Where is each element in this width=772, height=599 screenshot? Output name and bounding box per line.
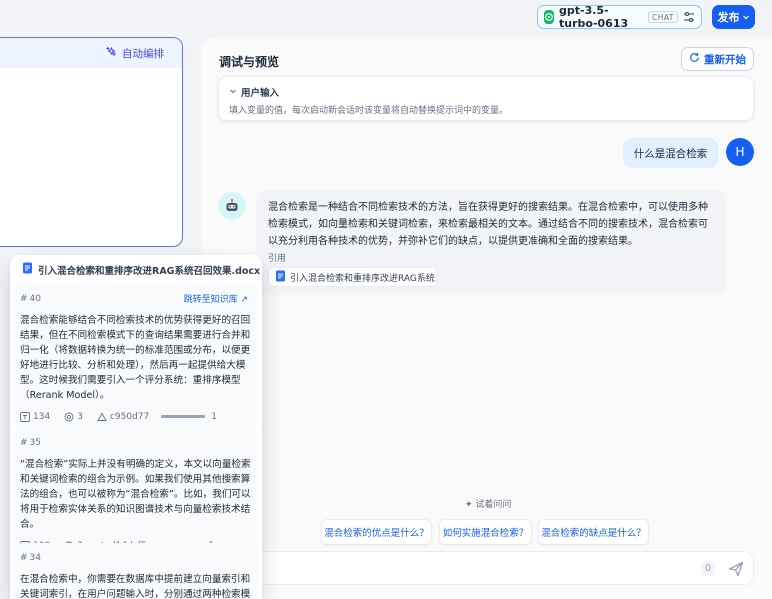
segment-text: 在混合检索中，你需要在数据库中提前建立向量索引和关键词索引，在用户问题输入时，分… bbox=[20, 574, 251, 599]
user-input-card: 用户输入 填入变量的值，每次启动新会话时该变量将自动替换提示词中的变量。 bbox=[218, 76, 754, 121]
auto-arrange-button[interactable]: 自动编排 bbox=[122, 46, 164, 61]
openai-logo-icon bbox=[544, 10, 554, 24]
citation-segment: #40 跳转至知识库 ↗ 混合检索能够结合不同检索技术的优势获得更好的召回结果，… bbox=[14, 284, 258, 429]
debug-preview-panel: 调试与预览 重新开始 用户输入 填入变量的值，每次启动新会话时该变量将自动替换提… bbox=[201, 37, 772, 599]
word-count: 134 bbox=[20, 412, 50, 422]
citation-label: 引用 bbox=[268, 254, 287, 264]
char-count: 0 bbox=[700, 561, 715, 576]
send-icon[interactable] bbox=[727, 560, 745, 578]
publish-label: 发布 bbox=[717, 11, 740, 24]
segment-text: “混合检索”实际上并没有明确的定义，本文以向量检索和关键词检索的组合为示例。如果… bbox=[20, 459, 251, 530]
restart-label: 重新开始 bbox=[704, 53, 746, 66]
segment-number: #35 bbox=[20, 438, 41, 448]
user-avatar: H bbox=[726, 138, 754, 166]
suggested-question[interactable]: 混合检索的缺点是什么？ bbox=[538, 519, 649, 545]
segment-hash: c950d77 bbox=[97, 412, 149, 422]
model-mode-badge: CHAT bbox=[647, 11, 678, 23]
chat-input[interactable]: 0 bbox=[218, 551, 754, 585]
user-message: 什么是混合检索 bbox=[623, 138, 718, 168]
hash-icon: # bbox=[20, 294, 28, 304]
chevron-down-icon bbox=[742, 11, 750, 24]
debug-panel-title: 调试与预览 bbox=[219, 55, 280, 69]
citation-segment: #35 “混合检索”实际上并没有明确的定义，本文以向量检索和关键词检索的组合为示… bbox=[14, 428, 258, 558]
sliders-icon[interactable] bbox=[683, 11, 695, 23]
suggested-question[interactable]: 如何实施混合检索？ bbox=[439, 519, 532, 545]
popup-doc-name: 引入混合检索和重排序改进RAG系统召回效果.docx bbox=[38, 265, 261, 277]
jump-to-knowledge-link[interactable]: 跳转至知识库 ↗ bbox=[184, 292, 248, 305]
hash-icon: # bbox=[20, 553, 28, 563]
word-doc-icon bbox=[22, 262, 33, 277]
bot-avatar-icon bbox=[218, 192, 246, 220]
prompt-orchestration-card: 自动编排 bbox=[0, 37, 183, 247]
citation-segment: #34 在混合检索中，你需要在数据库中提前建立向量索引和关键词索引，在用户问题输… bbox=[14, 543, 258, 599]
model-selector[interactable]: gpt-3.5-turbo-0613 CHAT bbox=[537, 4, 702, 30]
segment-number: #34 bbox=[20, 553, 41, 563]
word-doc-icon bbox=[275, 270, 286, 285]
answer-text: 混合检索是一种结合不同检索技术的方法，旨在获得更好的搜索结果。在混合检索中，可以… bbox=[268, 202, 708, 247]
segment-text: 混合检索能够结合不同检索技术的优势获得更好的召回结果，但在不同检索模式下的查询结… bbox=[20, 315, 251, 401]
text-icon bbox=[20, 411, 30, 422]
model-name: gpt-3.5-turbo-0613 bbox=[559, 4, 629, 30]
score-bar bbox=[161, 415, 206, 418]
target-icon bbox=[64, 412, 74, 421]
auto-arrange-icon[interactable] bbox=[106, 46, 117, 60]
segment-meta: 134 3 c950d77 1 bbox=[20, 410, 252, 423]
hit-count: 3 bbox=[64, 412, 83, 422]
user-input-description: 填入变量的值，每次启动新会话时该变量将自动替换提示词中的变量。 bbox=[229, 106, 509, 116]
refresh-icon bbox=[689, 52, 700, 66]
arrow-up-right-icon: ↗ bbox=[240, 295, 248, 305]
user-input-title: 用户输入 bbox=[241, 88, 280, 99]
restart-button[interactable]: 重新开始 bbox=[681, 47, 754, 71]
citation-chip[interactable]: 引入混合检索和重排序改进RAG系统... bbox=[268, 267, 437, 287]
popup-doc-title: 引入混合检索和重排序改进RAG系统召回效果.docx bbox=[22, 262, 260, 277]
publish-button[interactable]: 发布 bbox=[712, 5, 755, 29]
assistant-answer: 混合检索是一种结合不同检索技术的方法，旨在获得更好的搜索结果。在混合检索中，可以… bbox=[256, 190, 726, 295]
citation-popup: 引入混合检索和重排序改进RAG系统召回效果.docx #40 跳转至知识库 ↗ … bbox=[10, 255, 262, 599]
hash-icon: # bbox=[20, 438, 28, 448]
user-input-toggle[interactable]: 用户输入 bbox=[229, 85, 279, 99]
try-asking-label: ✦ 试着问问 bbox=[465, 500, 512, 510]
orchestration-card-header: 自动编排 bbox=[0, 38, 182, 68]
triangle-icon bbox=[97, 412, 107, 421]
citation-doc-name: 引入混合检索和重排序改进RAG系统... bbox=[290, 273, 437, 284]
suggested-question[interactable]: 混合检索的优点是什么？ bbox=[321, 519, 432, 545]
chevron-down-icon bbox=[229, 87, 237, 98]
score-value: 1 bbox=[211, 411, 217, 422]
